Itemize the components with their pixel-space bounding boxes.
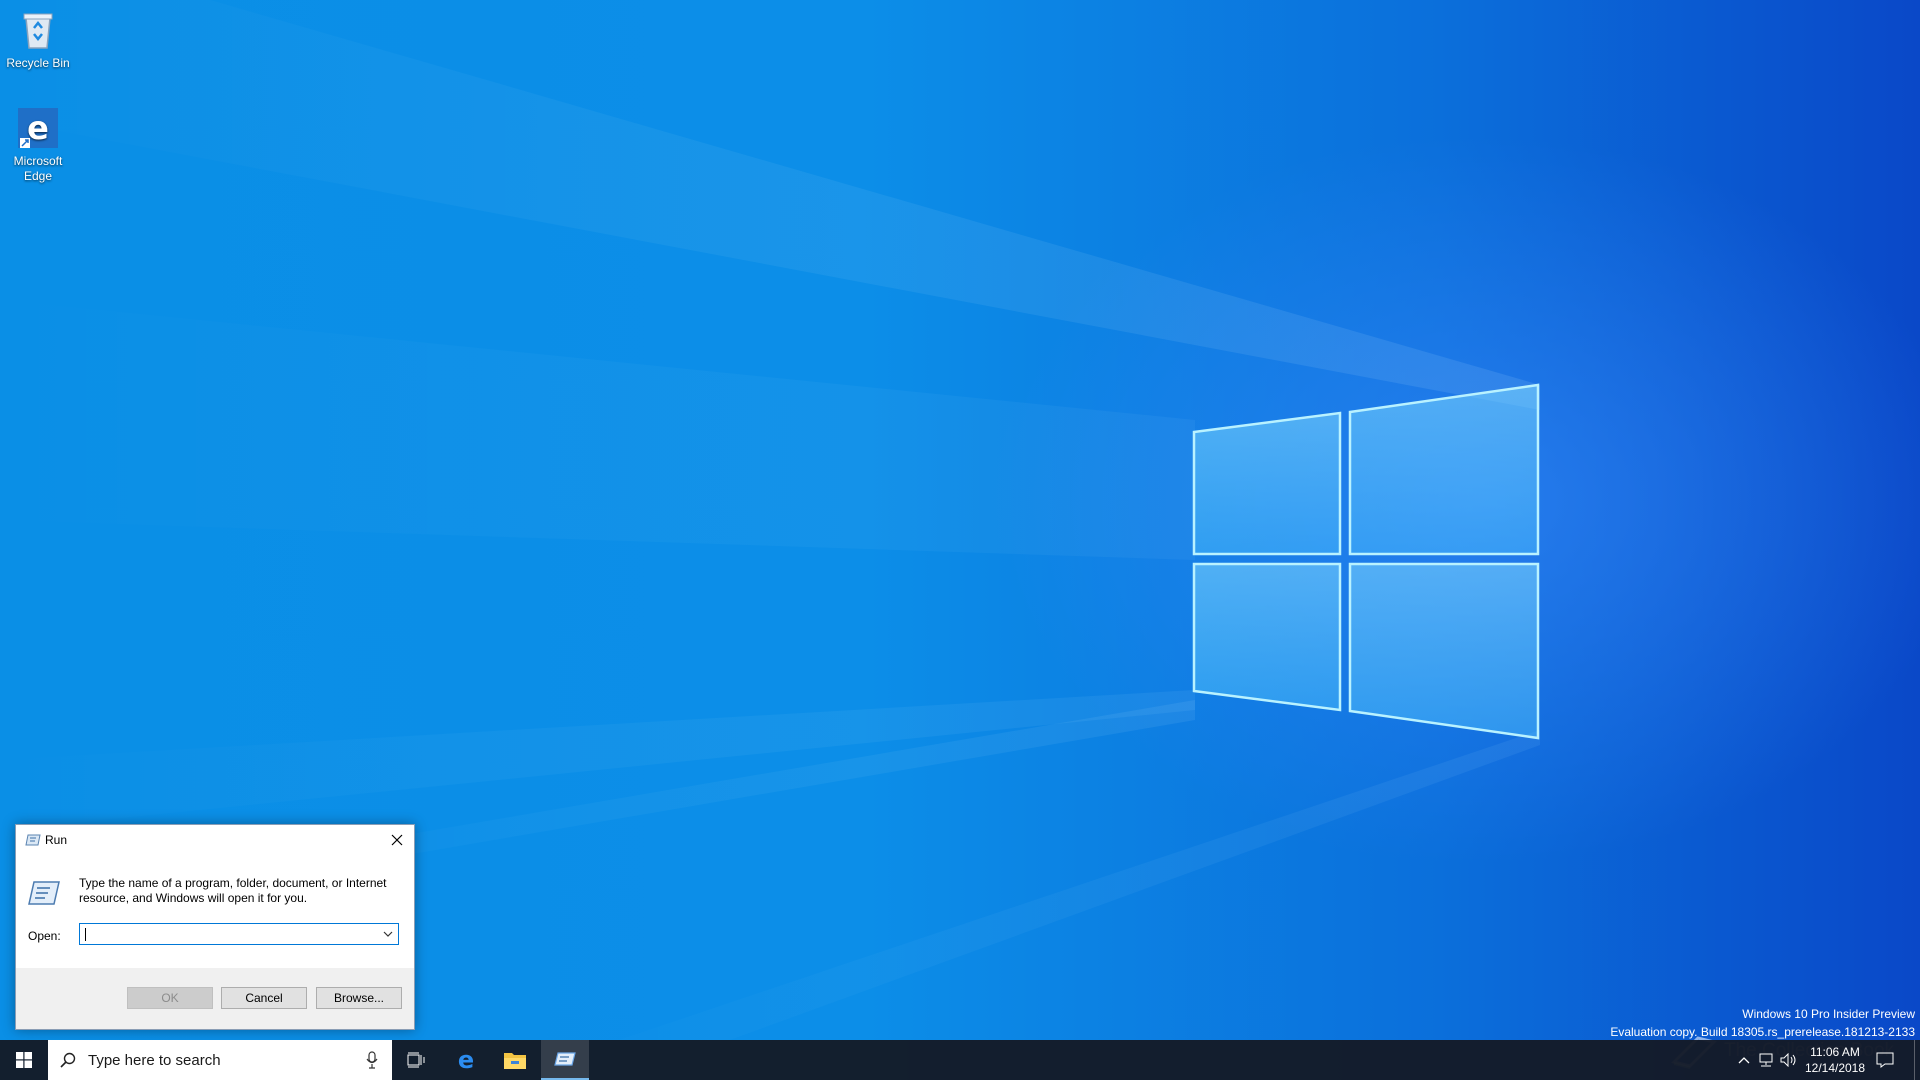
start-button[interactable]: [0, 1040, 48, 1080]
edge-icon: e: [458, 1048, 474, 1072]
desktop: Recycle Bin e Microsoft Edge Run Type th…: [0, 0, 1920, 1080]
run-program-icon: [28, 881, 60, 905]
file-explorer-icon: [504, 1053, 526, 1069]
desktop-icon-label: Recycle Bin: [6, 56, 70, 70]
notification-icon: [1876, 1052, 1894, 1068]
text-caret: [85, 928, 86, 941]
taskbar-search-box[interactable]: Type here to search: [48, 1040, 392, 1080]
taskbar: Type here to search e 11:06 AM 12/14/201…: [0, 1040, 1920, 1080]
taskbar-file-explorer-button[interactable]: [491, 1040, 539, 1080]
desktop-icon-label: Microsoft Edge: [13, 154, 63, 183]
windows-start-icon: [16, 1052, 32, 1068]
taskbar-clock[interactable]: 11:06 AM 12/14/2018: [1790, 1044, 1880, 1076]
taskbar-run-button[interactable]: [541, 1040, 589, 1080]
clock-date: 12/14/2018: [1804, 1061, 1866, 1075]
ok-button[interactable]: OK: [127, 987, 213, 1009]
cancel-button[interactable]: Cancel: [221, 987, 307, 1009]
search-icon: [60, 1052, 76, 1068]
search-placeholder: Type here to search: [88, 1052, 221, 1069]
desktop-icon-microsoft-edge[interactable]: e Microsoft Edge: [0, 106, 76, 184]
build-watermark: Windows 10 Pro Insider Preview Evaluatio…: [1610, 1005, 1915, 1041]
chevron-down-icon: [383, 931, 393, 937]
edition-text: Windows 10 Pro Insider Preview: [1742, 1007, 1915, 1021]
taskbar-edge-button[interactable]: e: [442, 1040, 490, 1080]
open-combobox[interactable]: [79, 923, 399, 945]
run-dialog: Run Type the name of a program, folder, …: [15, 824, 415, 1030]
task-view-icon: [407, 1052, 425, 1068]
open-label: Open:: [28, 929, 61, 943]
network-icon: [1759, 1053, 1773, 1067]
show-hidden-icons-button[interactable]: [1735, 1052, 1753, 1068]
chevron-up-icon: [1738, 1057, 1750, 1064]
svg-text:e: e: [27, 109, 49, 147]
network-button[interactable]: [1757, 1052, 1775, 1068]
browse-button[interactable]: Browse...: [316, 987, 402, 1009]
open-input[interactable]: [82, 925, 376, 943]
recycle-bin-icon: [16, 8, 60, 52]
show-desktop-button[interactable]: [1914, 1040, 1920, 1080]
close-button[interactable]: [380, 825, 414, 855]
edge-icon: e: [16, 106, 60, 150]
run-icon: [25, 834, 41, 846]
svg-text:e: e: [458, 1048, 474, 1072]
desktop-icon-recycle-bin[interactable]: Recycle Bin: [0, 8, 76, 71]
windows-logo: [1192, 383, 1540, 740]
action-center-button[interactable]: [1876, 1052, 1894, 1073]
run-icon: [554, 1052, 576, 1066]
close-icon: [391, 834, 403, 846]
run-titlebar[interactable]: Run: [16, 825, 414, 855]
task-view-button[interactable]: [392, 1040, 440, 1080]
microphone-icon[interactable]: [366, 1051, 378, 1069]
dropdown-arrow-button[interactable]: [380, 926, 396, 942]
build-text: Evaluation copy. Build 18305.rs_prerelea…: [1610, 1025, 1915, 1039]
clock-time: 11:06 AM: [1810, 1045, 1860, 1059]
run-description: Type the name of a program, folder, docu…: [79, 876, 387, 905]
run-dialog-title: Run: [45, 833, 68, 847]
